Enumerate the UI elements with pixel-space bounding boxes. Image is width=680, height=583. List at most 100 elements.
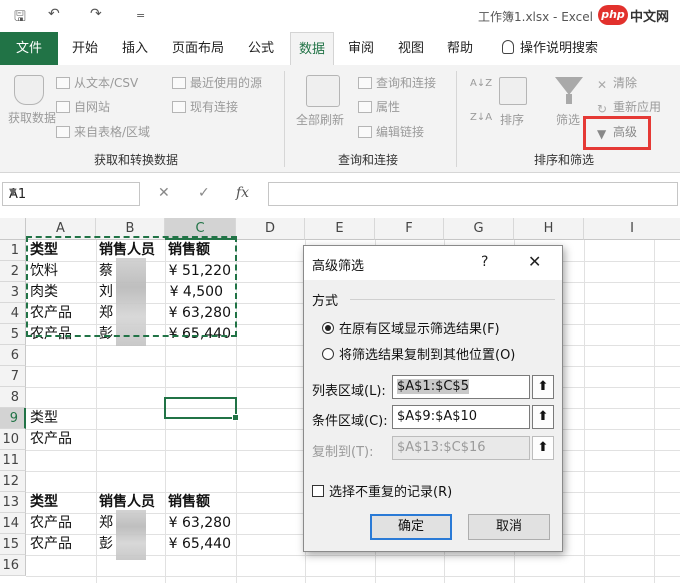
- unique-records-checkbox[interactable]: 选择不重复的记录(R): [312, 481, 452, 500]
- row-header[interactable]: 11: [0, 450, 26, 471]
- reapply-button[interactable]: ↻ 重新应用: [597, 98, 661, 116]
- queries-icon: [358, 77, 372, 89]
- redo-icon[interactable]: ↷: [90, 6, 102, 22]
- column-header[interactable]: E: [305, 218, 375, 240]
- range-picker-icon[interactable]: ⬆: [532, 405, 554, 429]
- from-table-button[interactable]: 来自表格/区域: [56, 123, 150, 140]
- tab-help[interactable]: 帮助: [447, 32, 473, 65]
- row-header[interactable]: 16: [0, 555, 26, 576]
- row-header[interactable]: 4: [0, 303, 26, 324]
- clear-filter-icon: ✕: [597, 78, 608, 92]
- name-box[interactable]: A1 ▼: [2, 182, 140, 206]
- cancel-button[interactable]: 取消: [468, 514, 550, 540]
- range-picker-icon[interactable]: ⬆: [532, 375, 554, 399]
- column-header[interactable]: D: [236, 218, 305, 240]
- ribbon-data: 获取数据 从文本/CSV 自网站 来自表格/区域 最近使用的源 现有连接 获取和…: [0, 65, 680, 173]
- lightbulb-icon: [502, 40, 514, 54]
- cell-c14[interactable]: ¥ 63,280: [165, 513, 231, 534]
- row-header[interactable]: 7: [0, 366, 26, 387]
- list-range-input[interactable]: $A$1:$C$5: [392, 375, 530, 399]
- row-header[interactable]: 15: [0, 534, 26, 555]
- from-text-csv-button[interactable]: 从文本/CSV: [56, 74, 138, 91]
- list-range-label: 列表区域(L):: [312, 384, 386, 399]
- column-header[interactable]: I: [584, 218, 680, 240]
- radio-filter-in-place[interactable]: 在原有区域显示筛选结果(F): [322, 318, 552, 337]
- checkbox-icon: [312, 485, 324, 497]
- cell-b15[interactable]: 彭: [99, 534, 113, 555]
- row-header[interactable]: 5: [0, 324, 26, 345]
- cell-c13[interactable]: 销售额: [168, 492, 210, 513]
- copy-to-label: 复制到(T):: [312, 445, 374, 460]
- cell-b14[interactable]: 郑: [99, 513, 113, 534]
- sort-descending-button[interactable]: Z↓A: [470, 113, 492, 123]
- radio-copy-to-location[interactable]: 将筛选结果复制到其他位置(O): [322, 344, 552, 363]
- clear-filter-button[interactable]: ✕ 清除: [597, 74, 637, 92]
- dialog-title: 高级筛选: [312, 259, 365, 274]
- existing-connections-button[interactable]: 现有连接: [172, 98, 238, 115]
- tab-view[interactable]: 视图: [398, 32, 424, 65]
- save-icon[interactable]: 🖫: [14, 6, 26, 30]
- reapply-icon: ↻: [597, 102, 608, 116]
- tab-file[interactable]: 文件: [0, 32, 58, 65]
- column-header[interactable]: G: [444, 218, 514, 240]
- row-header[interactable]: 14: [0, 513, 26, 534]
- enter-icon[interactable]: ✓: [198, 185, 210, 201]
- cell-a13[interactable]: 类型: [30, 492, 58, 513]
- select-all-corner[interactable]: [0, 218, 26, 240]
- tab-home[interactable]: 开始: [72, 32, 98, 65]
- formula-bar: A1 ▼ ✕ ✓ fx: [0, 174, 680, 218]
- sort-button[interactable]: 排序: [500, 111, 524, 128]
- column-header[interactable]: F: [375, 218, 444, 240]
- connections-icon: [172, 101, 186, 113]
- group-separator: [456, 71, 457, 167]
- row-header[interactable]: 9: [0, 408, 26, 429]
- row-header[interactable]: 1: [0, 240, 26, 261]
- chevron-down-icon[interactable]: ▼: [9, 187, 133, 198]
- tab-page-layout[interactable]: 页面布局: [172, 32, 224, 65]
- ribbon-tabs: 文件 开始 插入 页面布局 公式 数据 审阅 视图 帮助 操作说明搜索: [0, 32, 680, 66]
- cell-a15[interactable]: 农产品: [30, 534, 72, 555]
- tab-data[interactable]: 数据: [290, 32, 335, 66]
- sort-dialog-icon: [499, 77, 527, 105]
- cell-a10[interactable]: 农产品: [30, 429, 72, 450]
- cancel-icon[interactable]: ✕: [158, 185, 170, 201]
- tab-formulas[interactable]: 公式: [248, 32, 274, 65]
- cell-a9[interactable]: 类型: [30, 408, 58, 429]
- from-web-button[interactable]: 自网站: [56, 98, 110, 115]
- properties-button[interactable]: 属性: [358, 98, 400, 115]
- filter-button[interactable]: 筛选: [556, 111, 580, 128]
- queries-connections-button[interactable]: 查询和连接: [358, 74, 436, 91]
- formula-input[interactable]: [268, 182, 678, 206]
- tab-insert[interactable]: 插入: [122, 32, 148, 65]
- watermark-logo: php 中文网: [598, 3, 680, 27]
- tab-review[interactable]: 审阅: [348, 32, 374, 65]
- active-cell-outline: [164, 397, 239, 421]
- edit-links-button[interactable]: 编辑链接: [358, 123, 424, 140]
- row-header[interactable]: 6: [0, 345, 26, 366]
- row-header[interactable]: 8: [0, 387, 26, 408]
- tell-me-search[interactable]: 操作说明搜索: [502, 32, 598, 65]
- insert-function-icon[interactable]: fx: [236, 185, 249, 201]
- sort-ascending-button[interactable]: A↓Z: [470, 79, 492, 89]
- recent-sources-button[interactable]: 最近使用的源: [172, 74, 262, 91]
- refresh-all-button[interactable]: 全部刷新: [296, 111, 344, 128]
- close-icon[interactable]: ✕: [528, 252, 541, 271]
- row-header[interactable]: 3: [0, 282, 26, 303]
- workbook-title: 工作簿1.xlsx - Excel: [478, 10, 593, 24]
- copy-to-input: $A$13:$C$16: [392, 436, 530, 460]
- undo-icon[interactable]: ↶: [48, 6, 60, 22]
- cell-c15[interactable]: ¥ 65,440: [165, 534, 231, 555]
- help-icon[interactable]: ?: [481, 254, 488, 270]
- cell-a14[interactable]: 农产品: [30, 513, 72, 534]
- row-header[interactable]: 12: [0, 471, 26, 492]
- column-header[interactable]: H: [514, 218, 584, 240]
- get-data-button[interactable]: 获取数据: [8, 110, 56, 126]
- criteria-range-input[interactable]: $A$9:$A$10: [392, 405, 530, 429]
- row-header[interactable]: 10: [0, 429, 26, 450]
- ok-button[interactable]: 确定: [370, 514, 452, 540]
- row-header[interactable]: 2: [0, 261, 26, 282]
- criteria-range-label: 条件区域(C):: [312, 414, 388, 429]
- row-header[interactable]: 13: [0, 492, 26, 513]
- customize-quick-access-icon[interactable]: =: [136, 9, 145, 22]
- text-file-icon: [56, 77, 70, 89]
